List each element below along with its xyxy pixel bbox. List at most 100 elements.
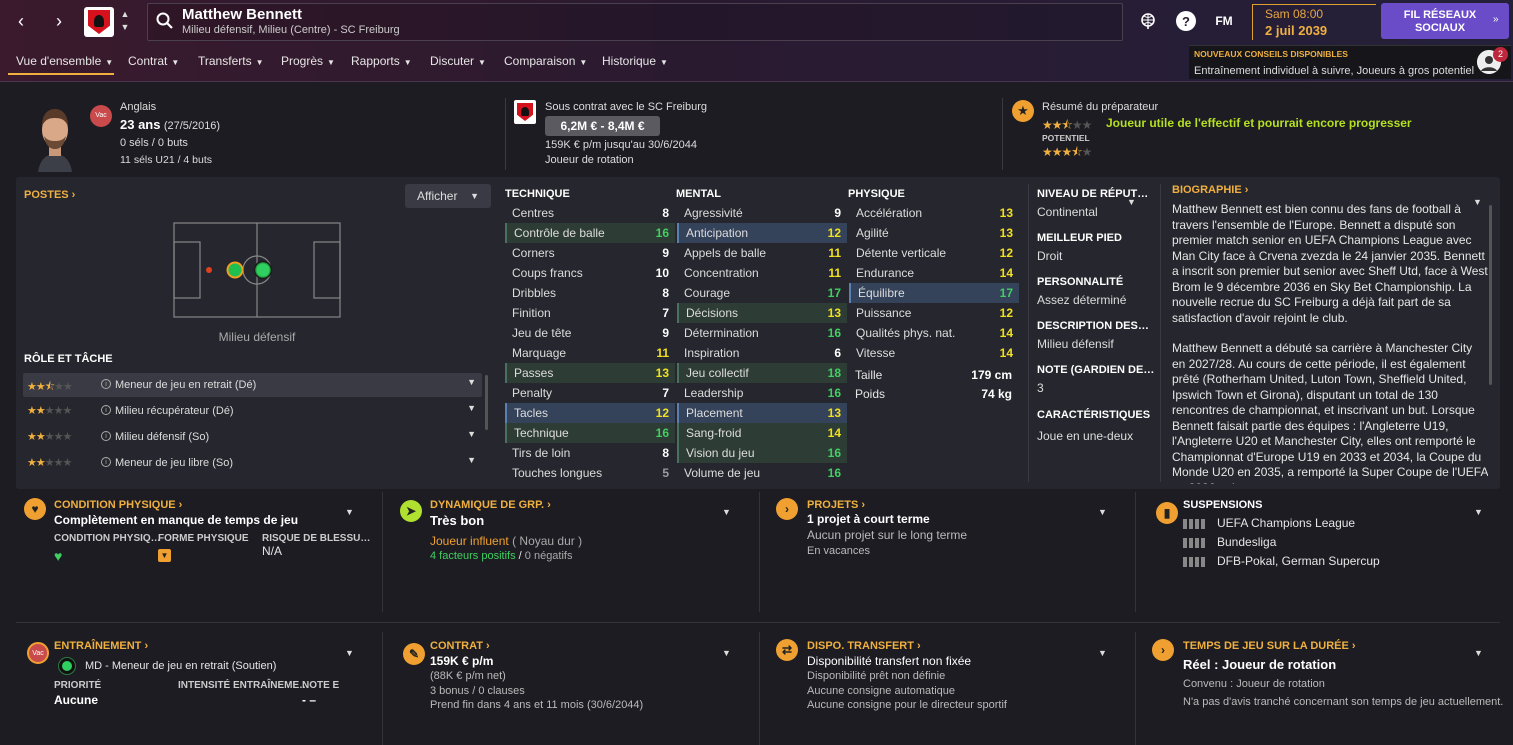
tab-contract[interactable]: Contrat ▼ — [128, 54, 179, 68]
attribute-row[interactable]: Centres 8 — [505, 203, 675, 223]
role-row[interactable]: ★★★★★ i Milieu récupérateur (Dé) ▼ — [23, 399, 482, 423]
attribute-row[interactable]: Agressivité 9 — [677, 203, 847, 223]
attribute-row[interactable]: Tirs de loin 8 — [505, 443, 675, 463]
attribute-row[interactable]: Détente verticale 12 — [849, 243, 1019, 263]
training-title[interactable]: ENTRAÎNEMENT › — [54, 640, 148, 652]
transfer-title[interactable]: DISPO. TRANSFERT › — [807, 640, 921, 652]
attribute-row[interactable]: Qualités phys. nat. 14 — [849, 323, 1019, 343]
attribute-row[interactable]: Placement 13 — [677, 403, 847, 423]
info-icon[interactable]: i — [101, 379, 111, 389]
attribute-row[interactable]: Technique 16 — [505, 423, 675, 443]
attribute-value: 13 — [999, 206, 1013, 220]
attribute-row[interactable]: Appels de balle 11 — [677, 243, 847, 263]
roles-scrollbar[interactable] — [485, 375, 488, 430]
social-feed-button[interactable]: FIL RÉSEAUX SOCIAUX — [1381, 3, 1509, 39]
attribute-name: Tacles — [514, 406, 549, 420]
attribute-row[interactable]: Touches longues 5 — [505, 463, 675, 483]
bio-scrollbar[interactable] — [1489, 205, 1492, 385]
playtime-title[interactable]: TEMPS DE JEU SUR LA DURÉE › — [1183, 640, 1356, 652]
role-row[interactable]: ★★★★★ i Meneur de jeu libre (So) ▼ — [23, 451, 482, 475]
chevron-down-icon[interactable]: ▼ — [467, 455, 476, 465]
positions-title[interactable]: POSTES › — [24, 189, 75, 201]
attribute-row[interactable]: Jeu collectif 18 — [677, 363, 847, 383]
biography-title[interactable]: BIOGRAPHIE › — [1172, 184, 1248, 196]
attribute-row[interactable]: Équilibre 17 — [849, 283, 1019, 303]
club-crest-icon[interactable] — [84, 7, 114, 37]
up-down-arrows-icon[interactable]: ▲ ▼ — [119, 8, 131, 34]
chevron-down-icon[interactable]: ▼ — [1098, 648, 1107, 658]
back-arrow-icon[interactable]: ‹ — [8, 8, 34, 34]
attribute-name: Vision du jeu — [686, 446, 755, 460]
role-row[interactable]: ★★⯪★★ i Meneur de jeu en retrait (Dé) ▼ — [23, 373, 482, 397]
playtime-line: Convenu : Joueur de rotation — [1183, 678, 1325, 690]
attribute-row[interactable]: Accélération 13 — [849, 203, 1019, 223]
tab-transfers[interactable]: Transferts ▼ — [198, 54, 264, 68]
chevron-down-icon[interactable]: ▼ — [345, 507, 354, 517]
tab-progress[interactable]: Progrès ▼ — [281, 54, 335, 68]
attribute-row[interactable]: Endurance 14 — [849, 263, 1019, 283]
dynamics-title[interactable]: DYNAMIQUE DE GRP. › — [430, 499, 551, 511]
chevron-down-icon[interactable]: ▼ — [1474, 507, 1483, 517]
attribute-row[interactable]: Détermination 16 — [677, 323, 847, 343]
role-row[interactable]: ★★★★★ i Milieu défensif (So) ▼ — [23, 425, 482, 449]
tab-reports[interactable]: Rapports ▼ — [351, 54, 412, 68]
attribute-name: Endurance — [856, 266, 915, 280]
globe-icon[interactable] — [1138, 11, 1158, 31]
attribute-row[interactable]: Leadership 16 — [677, 383, 847, 403]
help-icon[interactable]: ? — [1176, 11, 1196, 31]
info-icon[interactable]: i — [101, 457, 111, 467]
attribute-row[interactable]: Volume de jeu 16 — [677, 463, 847, 483]
attribute-row[interactable]: Coups francs 10 — [505, 263, 675, 283]
attribute-name: Agilité — [856, 226, 889, 240]
fm-logo[interactable]: FM — [1212, 11, 1236, 31]
attribute-row[interactable]: Jeu de tête 9 — [505, 323, 675, 343]
chevron-down-icon[interactable]: ▼ — [1098, 507, 1107, 517]
transfer-value[interactable]: 6,2M € - 8,4M € — [545, 116, 660, 136]
info-icon[interactable]: i — [101, 405, 111, 415]
attribute-row[interactable]: Agilité 13 — [849, 223, 1019, 243]
info-icon[interactable]: i — [101, 431, 111, 441]
attribute-row[interactable]: Finition 7 — [505, 303, 675, 323]
search-icon[interactable] — [155, 11, 175, 31]
attribute-row[interactable]: Vitesse 14 — [849, 343, 1019, 363]
heart-icon: ♥ — [24, 498, 46, 520]
attribute-row[interactable]: Décisions 13 — [677, 303, 847, 323]
attribute-row[interactable]: Contrôle de balle 16 — [505, 223, 675, 243]
forward-arrow-icon[interactable]: › — [46, 8, 72, 34]
tab-comparison[interactable]: Comparaison ▼ — [504, 54, 587, 68]
heart-status-icon: ♥ — [54, 548, 63, 564]
attribute-value: 16 — [827, 326, 841, 340]
chevron-down-icon[interactable]: ▼ — [722, 507, 731, 517]
attribute-row[interactable]: Corners 9 — [505, 243, 675, 263]
position-pitch[interactable] — [173, 222, 341, 318]
attribute-row[interactable]: Inspiration 6 — [677, 343, 847, 363]
chevron-down-icon[interactable]: ▼ — [467, 377, 476, 387]
condition-title[interactable]: CONDITION PHYSIQUE › — [54, 499, 182, 511]
attribute-row[interactable]: Sang-froid 14 — [677, 423, 847, 443]
attribute-row[interactable]: Courage 17 — [677, 283, 847, 303]
chevron-down-icon[interactable]: ▼ — [1474, 648, 1483, 658]
chevron-down-icon[interactable]: ▼ — [722, 648, 731, 658]
attribute-row[interactable]: Dribbles 8 — [505, 283, 675, 303]
attribute-name: Détente verticale — [856, 246, 947, 260]
chevron-down-icon[interactable]: ▼ — [345, 648, 354, 658]
attribute-row[interactable]: Concentration 11 — [677, 263, 847, 283]
chevron-down-icon[interactable]: ▼ — [1127, 197, 1136, 207]
tab-overview[interactable]: Vue d'ensemble ▼ — [16, 54, 113, 68]
tab-discuss[interactable]: Discuter ▼ — [430, 54, 486, 68]
freiburg-crest-icon[interactable] — [514, 100, 536, 124]
attribute-row[interactable]: Penalty 7 — [505, 383, 675, 403]
attribute-row[interactable]: Passes 13 — [505, 363, 675, 383]
attribute-row[interactable]: Tacles 12 — [505, 403, 675, 423]
projects-title[interactable]: PROJETS › — [807, 499, 865, 511]
chevron-down-icon[interactable]: ▼ — [467, 403, 476, 413]
attribute-row[interactable]: Vision du jeu 16 — [677, 443, 847, 463]
suspension-icon — [1183, 538, 1207, 548]
attribute-row[interactable]: Marquage 11 — [505, 343, 675, 363]
contract-card-title[interactable]: CONTRAT › — [430, 640, 490, 652]
tab-history[interactable]: Historique ▼ — [602, 54, 668, 68]
chevron-down-icon[interactable]: ▼ — [467, 429, 476, 439]
show-dropdown[interactable]: Afficher ▼ — [405, 184, 491, 208]
attribute-row[interactable]: Anticipation 12 — [677, 223, 847, 243]
attribute-row[interactable]: Puissance 12 — [849, 303, 1019, 323]
